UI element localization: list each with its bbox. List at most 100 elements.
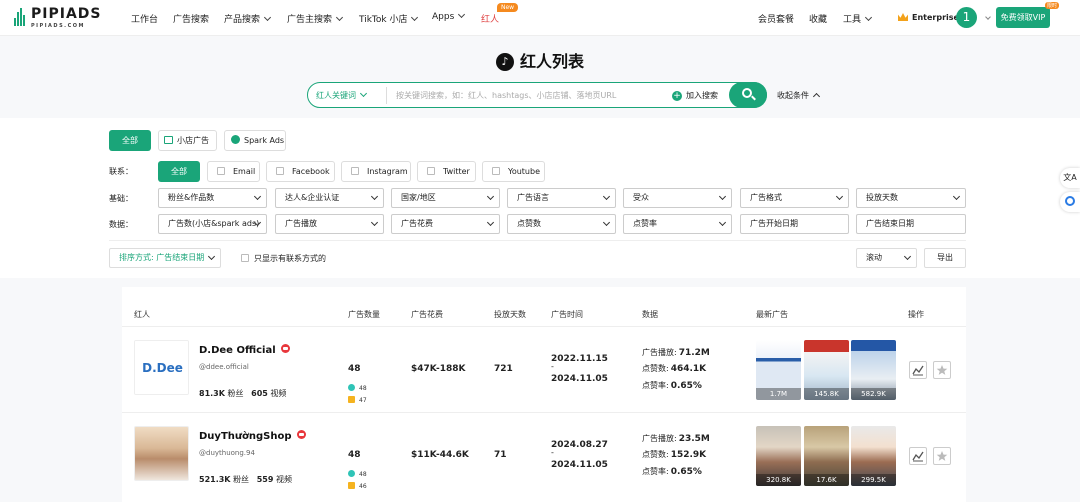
- chevron-down-icon: [486, 192, 495, 201]
- tab-all-ads[interactable]: 全部: [109, 130, 151, 151]
- nav-influencers[interactable]: 红人: [481, 12, 499, 25]
- favorite-button[interactable]: [933, 447, 951, 465]
- shop-ads-icon: [348, 384, 355, 391]
- nav-ad-search[interactable]: 广告搜索: [173, 12, 209, 25]
- contact-instagram[interactable]: Instagram: [341, 161, 411, 182]
- nav-advertiser-search[interactable]: 广告主搜索: [287, 12, 344, 25]
- nav-apps[interactable]: Apps: [432, 10, 466, 22]
- filter-ad-spend-label: 广告花费: [401, 219, 433, 228]
- chevron-down-icon: [370, 218, 379, 227]
- ad-end-date-input[interactable]: 广告结束日期: [856, 214, 966, 234]
- filter-country[interactable]: 国家/地区: [391, 188, 500, 208]
- translate-button[interactable]: 文A: [1060, 168, 1080, 188]
- checkbox: [217, 167, 225, 175]
- nav-advertiser-search-label: 广告主搜索: [287, 15, 333, 25]
- like-rate-value: 0.65%: [670, 381, 702, 391]
- contact-twitter[interactable]: Twitter: [417, 161, 476, 182]
- nav-workspace[interactable]: 工作台: [131, 12, 158, 25]
- analytics-button[interactable]: [909, 361, 927, 379]
- chevron-down-icon: [835, 192, 844, 201]
- chevron-down-icon: [263, 13, 272, 22]
- pipiads-logo[interactable]: PIPIADS PIPIADS.COM: [14, 6, 100, 32]
- chevron-down-icon: [458, 10, 466, 19]
- star-icon: [936, 451, 948, 461]
- search-input[interactable]: 按关键词搜索，如：红人、hashtags、小店店铺、落地页URL: [396, 90, 616, 101]
- filter-like-rate[interactable]: 点赞率: [623, 214, 732, 234]
- ad-plays: 广告播放: 71.2M: [642, 347, 710, 358]
- shop-ads-count-value: 48: [359, 385, 367, 392]
- chevron-down-icon: [207, 252, 216, 261]
- nav-tiktok-shop[interactable]: TikTok 小店: [359, 12, 419, 25]
- filter-likes-label: 点赞数: [517, 219, 541, 228]
- scroll-mode-select[interactable]: 滚动: [856, 248, 917, 268]
- favorite-button[interactable]: [933, 361, 951, 379]
- like-rate-label: 点赞率:: [642, 467, 669, 476]
- chevron-down-icon: [952, 192, 961, 201]
- add-to-search-button[interactable]: + 加入搜索: [672, 90, 718, 101]
- ad-plays: 广告播放: 23.5M: [642, 433, 710, 444]
- chevron-down-icon[interactable]: [985, 14, 991, 20]
- nav-tools[interactable]: 工具: [843, 12, 873, 25]
- influencer-name[interactable]: DuyThườngShop: [199, 430, 306, 442]
- col-actions: 操作: [908, 310, 924, 319]
- contact-all[interactable]: 全部: [158, 161, 200, 182]
- filter-audience[interactable]: 受众: [623, 188, 732, 208]
- free-vip-button[interactable]: 免费领取VIP: [996, 7, 1050, 28]
- analytics-button[interactable]: [909, 447, 927, 465]
- tab-spark-ads[interactable]: Spark Ads: [224, 130, 286, 151]
- filter-followers-works[interactable]: 粉丝&作品数: [158, 188, 267, 208]
- latest-ad-thumbnail[interactable]: 1.7M: [756, 340, 801, 400]
- ad-view-count: 320.8K: [756, 474, 801, 486]
- filter-ad-language[interactable]: 广告语言: [507, 188, 616, 208]
- latest-ad-thumbnail[interactable]: 320.8K: [756, 426, 801, 486]
- filter-ad-plays[interactable]: 广告播放: [275, 214, 384, 234]
- avatar[interactable]: [134, 426, 189, 481]
- table-row[interactable]: D.Dee D.Dee Official @ddee.official 81.3…: [122, 326, 966, 412]
- chevron-down-icon: [602, 218, 611, 227]
- contact-email[interactable]: Email: [207, 161, 260, 182]
- latest-ad-thumbnail[interactable]: 17.6K: [804, 426, 849, 486]
- contact-facebook[interactable]: Facebook: [266, 161, 335, 182]
- avatar[interactable]: D.Dee: [134, 340, 189, 395]
- filter-audience-label: 受众: [633, 193, 649, 202]
- nav-product-search[interactable]: 产品搜索: [224, 12, 272, 25]
- ad-view-count: 299.5K: [851, 474, 896, 486]
- latest-ad-thumbnail[interactable]: 299.5K: [851, 426, 896, 486]
- filter-verification[interactable]: 达人&企业认证: [275, 188, 384, 208]
- ad-start-date-input[interactable]: 广告开始日期: [740, 214, 849, 234]
- likes: 点赞数: 464.1K: [642, 363, 706, 374]
- ad-view-count: 1.7M: [756, 388, 801, 400]
- search-mode-select[interactable]: 红人关键词: [316, 89, 368, 101]
- export-button[interactable]: 导出: [924, 248, 966, 268]
- video-count: 605: [251, 389, 268, 398]
- ad-view-count: 145.8K: [804, 388, 849, 400]
- ad-start-date: 2024.08.27: [551, 440, 608, 450]
- table-row[interactable]: DuyThườngShop @duythuong.94 521.3K 粉丝 55…: [122, 412, 966, 498]
- nav-membership[interactable]: 会员套餐: [758, 12, 794, 25]
- filter-run-days[interactable]: 投放天数: [856, 188, 966, 208]
- ad-plays-label: 广告播放:: [642, 348, 677, 357]
- nav-favorites[interactable]: 收藏: [809, 12, 827, 25]
- filter-likes[interactable]: 点赞数: [507, 214, 616, 234]
- user-avatar[interactable]: 1: [956, 7, 977, 28]
- search-button[interactable]: [729, 82, 767, 108]
- collapse-filters-toggle[interactable]: 收起条件: [777, 90, 821, 101]
- influencer-name[interactable]: D.Dee Official: [199, 344, 290, 356]
- only-contact-toggle[interactable]: 只显示有联系方式的: [241, 253, 326, 264]
- filter-ad-count[interactable]: 广告数(小店&spark ads): [158, 214, 267, 234]
- chevron-down-icon: [411, 13, 419, 22]
- checkbox: [241, 254, 249, 262]
- assistant-button[interactable]: [1060, 192, 1080, 212]
- latest-ad-thumbnail[interactable]: 582.9K: [851, 340, 896, 400]
- sort-select[interactable]: 排序方式: 广告结束日期: [109, 248, 221, 268]
- col-ad-count: 广告数量: [348, 310, 380, 319]
- latest-ad-thumbnail[interactable]: 145.8K: [804, 340, 849, 400]
- contact-email-label: Email: [233, 167, 256, 176]
- chevron-down-icon: [486, 218, 495, 227]
- filter-ad-spend[interactable]: 广告花费: [391, 214, 500, 234]
- contact-youtube[interactable]: Youtube: [482, 161, 545, 182]
- influencer-stats: 81.3K 粉丝 605 视频: [199, 388, 286, 399]
- filter-ad-format[interactable]: 广告格式: [740, 188, 849, 208]
- tab-shop-ads[interactable]: 小店广告: [158, 130, 217, 151]
- only-contact-label: 只显示有联系方式的: [254, 254, 326, 263]
